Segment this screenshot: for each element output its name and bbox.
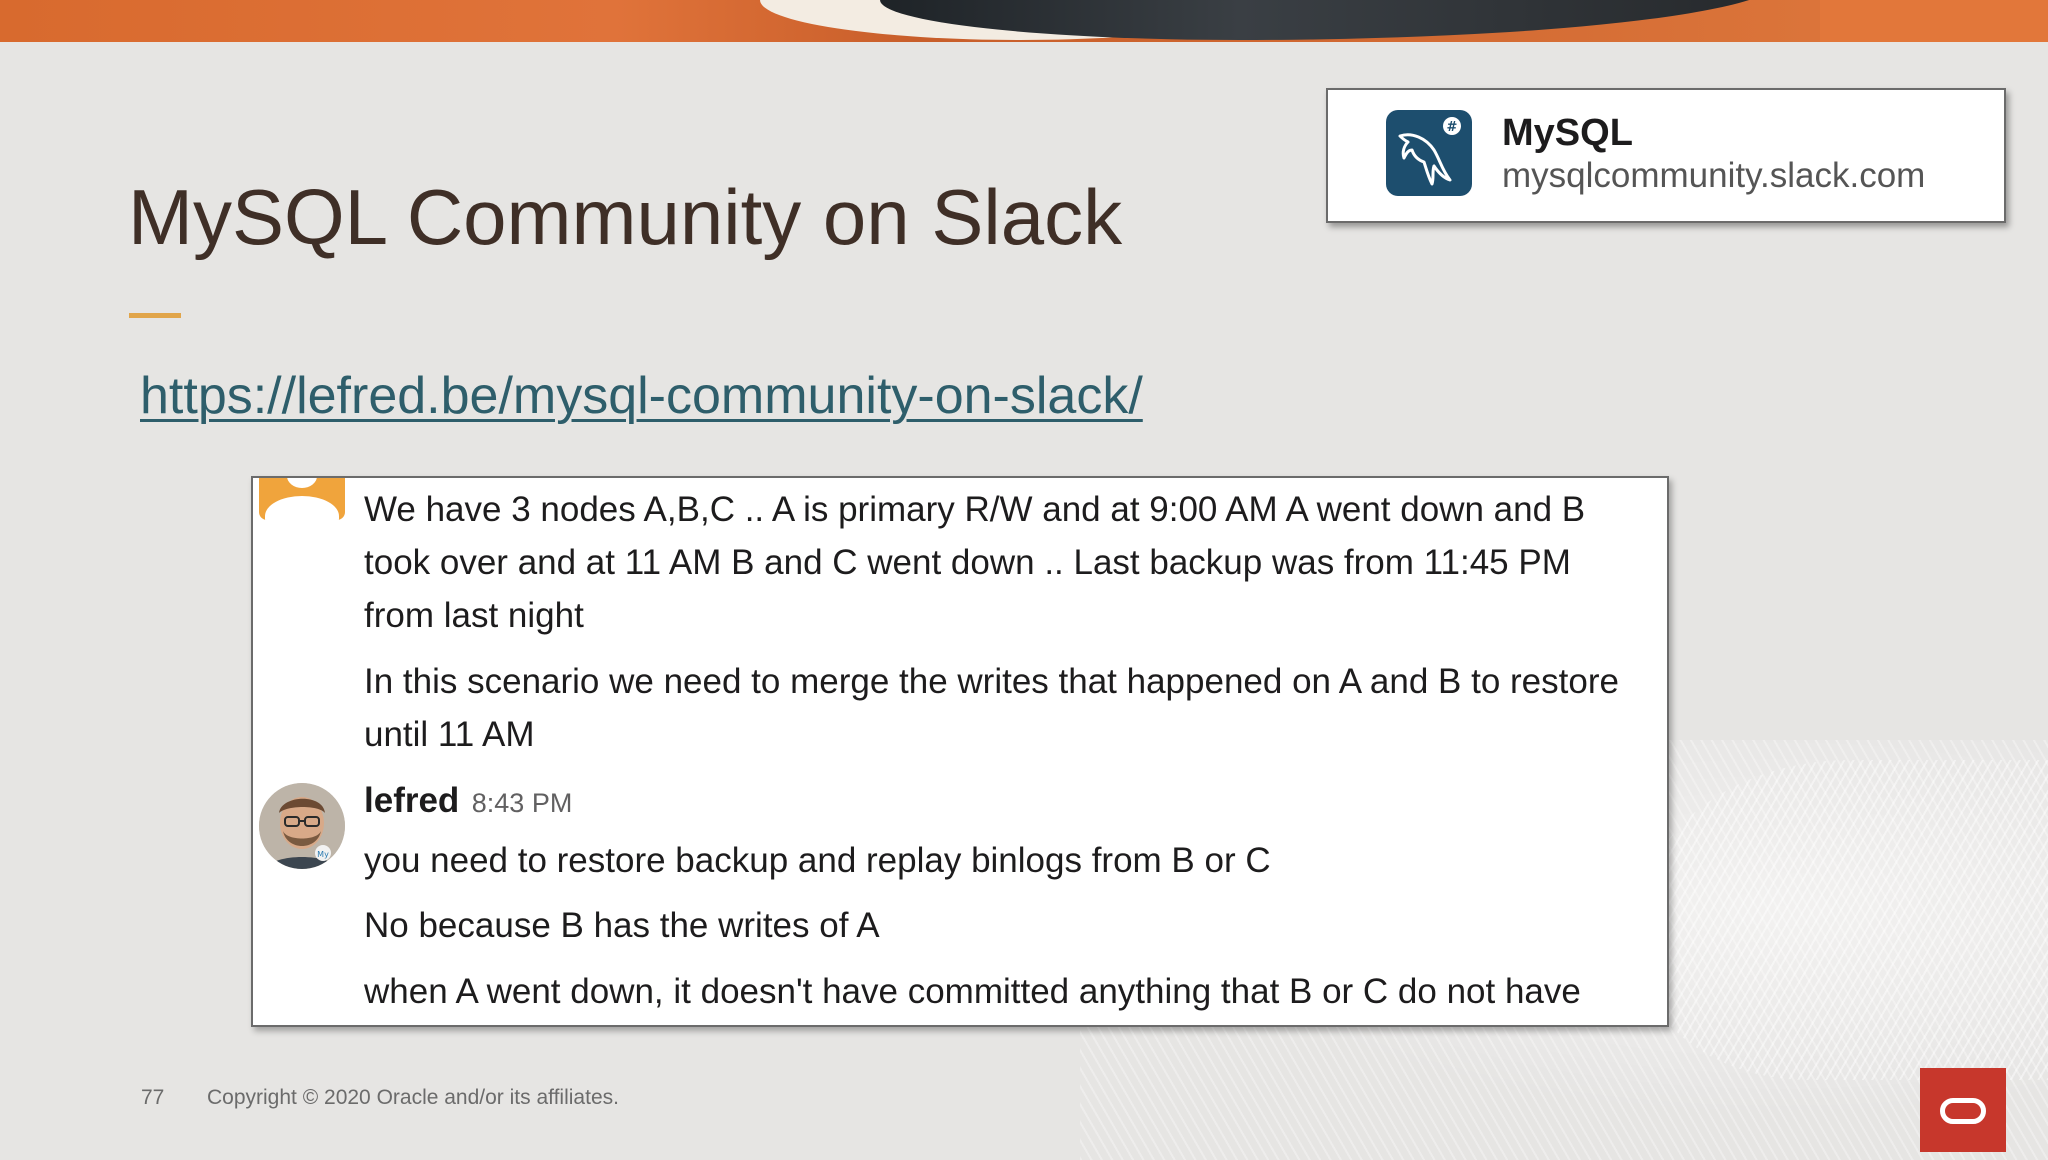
workspace-name: MySQL <box>1502 112 1633 154</box>
page-number: 77 <box>141 1086 165 1109</box>
workspace-url: mysqlcommunity.slack.com <box>1502 156 1926 195</box>
avatar: My <box>259 783 345 869</box>
svg-text:#: # <box>1447 120 1458 135</box>
banner-photo-right <box>1820 0 2048 42</box>
user-avatar-default <box>259 478 345 520</box>
chat-message: In this scenario we need to merge the wr… <box>364 662 1619 754</box>
title-accent-rule <box>129 313 181 318</box>
avatar-head-shape <box>287 478 317 488</box>
slack-chat-screenshot: We have 3 nodes A,B,C .. A is primary R/… <box>251 476 1669 1027</box>
background-pattern-accent <box>1640 760 2048 1080</box>
chat-message: you need to restore backup and replay bi… <box>364 841 1271 880</box>
mysql-dolphin-icon: # <box>1386 110 1472 196</box>
chat-message: when A went down, it doesn't have commit… <box>364 972 1581 1011</box>
message-timestamp[interactable]: 8:43 PM <box>472 788 573 818</box>
sender-name[interactable]: lefred <box>364 781 459 820</box>
chat-message: We have 3 nodes A,B,C .. A is primary R/… <box>364 490 1586 635</box>
community-slack-link[interactable]: https://lefred.be/mysql-community-on-sla… <box>140 366 1143 426</box>
slack-workspace-card[interactable]: # MySQL mysqlcommunity.slack.com <box>1326 88 2006 223</box>
page-title: MySQL Community on Slack <box>128 173 1123 261</box>
oracle-logo-icon <box>1920 1068 2006 1152</box>
message-header: lefred 8:43 PM <box>364 781 572 821</box>
copyright-notice: Copyright © 2020 Oracle and/or its affil… <box>207 1086 619 1109</box>
chat-message: No because B has the writes of A <box>364 906 880 945</box>
oracle-o-shape <box>1940 1098 1986 1124</box>
top-banner-image <box>0 0 2048 42</box>
avatar-body-shape <box>265 496 339 520</box>
svg-text:My: My <box>317 850 329 859</box>
